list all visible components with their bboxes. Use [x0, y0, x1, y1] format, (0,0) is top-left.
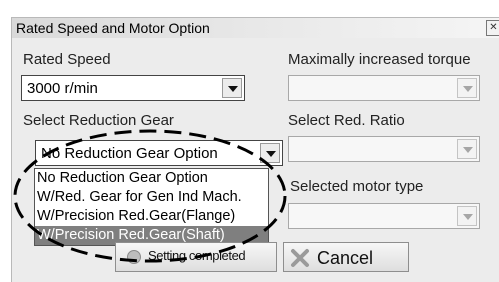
dashed-annotation-ellipse [13, 129, 287, 263]
